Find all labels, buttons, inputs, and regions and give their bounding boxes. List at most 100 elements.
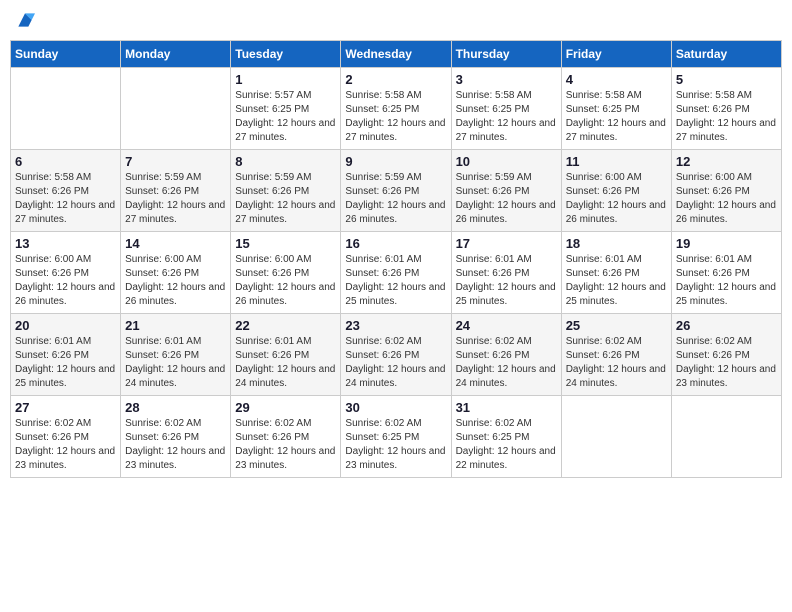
day-number: 7 [125, 154, 226, 169]
day-info: Sunrise: 6:00 AM Sunset: 6:26 PM Dayligh… [566, 171, 667, 227]
day-info: Sunrise: 6:01 AM Sunset: 6:26 PM Dayligh… [345, 253, 446, 309]
day-number: 1 [235, 72, 336, 87]
day-info: Sunrise: 5:59 AM Sunset: 6:26 PM Dayligh… [235, 171, 336, 227]
calendar-cell: 18 Sunrise: 6:01 AM Sunset: 6:26 PM Dayli… [561, 232, 671, 314]
calendar-cell: 2 Sunrise: 5:58 AM Sunset: 6:25 PM Daylig… [341, 68, 451, 150]
calendar-cell: 19 Sunrise: 6:01 AM Sunset: 6:26 PM Dayli… [671, 232, 781, 314]
calendar-cell: 4 Sunrise: 5:58 AM Sunset: 6:25 PM Daylig… [561, 68, 671, 150]
calendar-cell: 3 Sunrise: 5:58 AM Sunset: 6:25 PM Daylig… [451, 68, 561, 150]
day-number: 19 [676, 236, 777, 251]
calendar-week-2: 6Sunrise: 5:58 AM Sunset: 6:26 PM Daylig… [11, 150, 782, 232]
day-number: 6 [15, 154, 116, 169]
calendar-cell: 20 Sunrise: 6:01 AM Sunset: 6:26 PM Dayli… [11, 314, 121, 396]
day-info: Sunrise: 5:59 AM Sunset: 6:26 PM Dayligh… [345, 171, 446, 227]
day-info: Sunrise: 5:58 AM Sunset: 6:25 PM Dayligh… [456, 89, 557, 145]
day-number: 16 [345, 236, 446, 251]
day-number: 10 [456, 154, 557, 169]
day-number: 28 [125, 400, 226, 415]
calendar-cell: 29 Sunrise: 6:02 AM Sunset: 6:26 PM Dayli… [231, 396, 341, 478]
calendar-week-4: 20 Sunrise: 6:01 AM Sunset: 6:26 PM Dayli… [11, 314, 782, 396]
day-number: 13 [15, 236, 116, 251]
day-info: Sunrise: 6:02 AM Sunset: 6:26 PM Dayligh… [676, 335, 777, 391]
calendar-cell: 5 Sunrise: 5:58 AM Sunset: 6:26 PM Daylig… [671, 68, 781, 150]
day-number: 29 [235, 400, 336, 415]
calendar-cell: 1 Sunrise: 5:57 AM Sunset: 6:25 PM Daylig… [231, 68, 341, 150]
calendar-cell: 27Sunrise: 6:02 AM Sunset: 6:26 PM Dayli… [11, 396, 121, 478]
day-info: Sunrise: 6:00 AM Sunset: 6:26 PM Dayligh… [15, 253, 116, 309]
day-number: 4 [566, 72, 667, 87]
day-info: Sunrise: 5:58 AM Sunset: 6:26 PM Dayligh… [676, 89, 777, 145]
calendar-cell: 30Sunrise: 6:02 AM Sunset: 6:25 PM Dayli… [341, 396, 451, 478]
day-header-friday: Friday [561, 41, 671, 68]
calendar-cell [121, 68, 231, 150]
page-header [10, 10, 782, 30]
day-info: Sunrise: 6:02 AM Sunset: 6:26 PM Dayligh… [15, 417, 116, 473]
day-number: 31 [456, 400, 557, 415]
day-number: 20 [15, 318, 116, 333]
day-info: Sunrise: 6:01 AM Sunset: 6:26 PM Dayligh… [125, 335, 226, 391]
logo [15, 10, 39, 30]
day-header-thursday: Thursday [451, 41, 561, 68]
day-header-wednesday: Wednesday [341, 41, 451, 68]
calendar-week-5: 27Sunrise: 6:02 AM Sunset: 6:26 PM Dayli… [11, 396, 782, 478]
day-number: 14 [125, 236, 226, 251]
day-number: 5 [676, 72, 777, 87]
day-info: Sunrise: 6:01 AM Sunset: 6:26 PM Dayligh… [456, 253, 557, 309]
calendar-cell: 13 Sunrise: 6:00 AM Sunset: 6:26 PM Dayli… [11, 232, 121, 314]
day-header-sunday: Sunday [11, 41, 121, 68]
day-info: Sunrise: 6:02 AM Sunset: 6:25 PM Dayligh… [345, 417, 446, 473]
day-info: Sunrise: 6:02 AM Sunset: 6:26 PM Dayligh… [345, 335, 446, 391]
day-info: Sunrise: 6:01 AM Sunset: 6:26 PM Dayligh… [15, 335, 116, 391]
day-number: 8 [235, 154, 336, 169]
day-info: Sunrise: 6:01 AM Sunset: 6:26 PM Dayligh… [235, 335, 336, 391]
day-info: Sunrise: 6:02 AM Sunset: 6:26 PM Dayligh… [125, 417, 226, 473]
day-info: Sunrise: 6:01 AM Sunset: 6:26 PM Dayligh… [566, 253, 667, 309]
day-header-tuesday: Tuesday [231, 41, 341, 68]
calendar-cell: 16 Sunrise: 6:01 AM Sunset: 6:26 PM Dayli… [341, 232, 451, 314]
day-number: 3 [456, 72, 557, 87]
day-number: 22 [235, 318, 336, 333]
day-number: 12 [676, 154, 777, 169]
day-info: Sunrise: 6:01 AM Sunset: 6:26 PM Dayligh… [676, 253, 777, 309]
day-number: 9 [345, 154, 446, 169]
calendar-cell: 28 Sunrise: 6:02 AM Sunset: 6:26 PM Dayli… [121, 396, 231, 478]
calendar-week-3: 13 Sunrise: 6:00 AM Sunset: 6:26 PM Dayli… [11, 232, 782, 314]
calendar-cell: 23Sunrise: 6:02 AM Sunset: 6:26 PM Dayli… [341, 314, 451, 396]
calendar-cell: 12 Sunrise: 6:00 AM Sunset: 6:26 PM Dayli… [671, 150, 781, 232]
day-number: 21 [125, 318, 226, 333]
calendar-cell: 17 Sunrise: 6:01 AM Sunset: 6:26 PM Dayli… [451, 232, 561, 314]
day-number: 17 [456, 236, 557, 251]
calendar-cell: 22 Sunrise: 6:01 AM Sunset: 6:26 PM Dayli… [231, 314, 341, 396]
calendar-header-row: SundayMondayTuesdayWednesdayThursdayFrid… [11, 41, 782, 68]
calendar-cell: 24 Sunrise: 6:02 AM Sunset: 6:26 PM Dayli… [451, 314, 561, 396]
calendar-cell: 8 Sunrise: 5:59 AM Sunset: 6:26 PM Daylig… [231, 150, 341, 232]
calendar-week-1: 1 Sunrise: 5:57 AM Sunset: 6:25 PM Daylig… [11, 68, 782, 150]
day-number: 2 [345, 72, 446, 87]
day-info: Sunrise: 5:57 AM Sunset: 6:25 PM Dayligh… [235, 89, 336, 145]
day-info: Sunrise: 5:59 AM Sunset: 6:26 PM Dayligh… [125, 171, 226, 227]
calendar-cell: 26 Sunrise: 6:02 AM Sunset: 6:26 PM Dayli… [671, 314, 781, 396]
calendar-table: SundayMondayTuesdayWednesdayThursdayFrid… [10, 40, 782, 478]
day-info: Sunrise: 5:58 AM Sunset: 6:25 PM Dayligh… [345, 89, 446, 145]
day-info: Sunrise: 6:02 AM Sunset: 6:26 PM Dayligh… [456, 335, 557, 391]
calendar-cell: 9 Sunrise: 5:59 AM Sunset: 6:26 PM Daylig… [341, 150, 451, 232]
day-info: Sunrise: 6:02 AM Sunset: 6:26 PM Dayligh… [566, 335, 667, 391]
day-info: Sunrise: 6:02 AM Sunset: 6:26 PM Dayligh… [235, 417, 336, 473]
calendar-cell: 15Sunrise: 6:00 AM Sunset: 6:26 PM Dayli… [231, 232, 341, 314]
day-info: Sunrise: 5:58 AM Sunset: 6:25 PM Dayligh… [566, 89, 667, 145]
day-info: Sunrise: 6:00 AM Sunset: 6:26 PM Dayligh… [125, 253, 226, 309]
day-header-monday: Monday [121, 41, 231, 68]
calendar-cell: 25 Sunrise: 6:02 AM Sunset: 6:26 PM Dayli… [561, 314, 671, 396]
day-info: Sunrise: 6:02 AM Sunset: 6:25 PM Dayligh… [456, 417, 557, 473]
calendar-cell: 6Sunrise: 5:58 AM Sunset: 6:26 PM Daylig… [11, 150, 121, 232]
day-number: 26 [676, 318, 777, 333]
calendar-cell: 10 Sunrise: 5:59 AM Sunset: 6:26 PM Dayli… [451, 150, 561, 232]
calendar-cell: 14 Sunrise: 6:00 AM Sunset: 6:26 PM Dayli… [121, 232, 231, 314]
day-info: Sunrise: 5:59 AM Sunset: 6:26 PM Dayligh… [456, 171, 557, 227]
day-info: Sunrise: 6:00 AM Sunset: 6:26 PM Dayligh… [676, 171, 777, 227]
day-number: 25 [566, 318, 667, 333]
day-number: 24 [456, 318, 557, 333]
day-header-saturday: Saturday [671, 41, 781, 68]
day-number: 18 [566, 236, 667, 251]
day-number: 15 [235, 236, 336, 251]
